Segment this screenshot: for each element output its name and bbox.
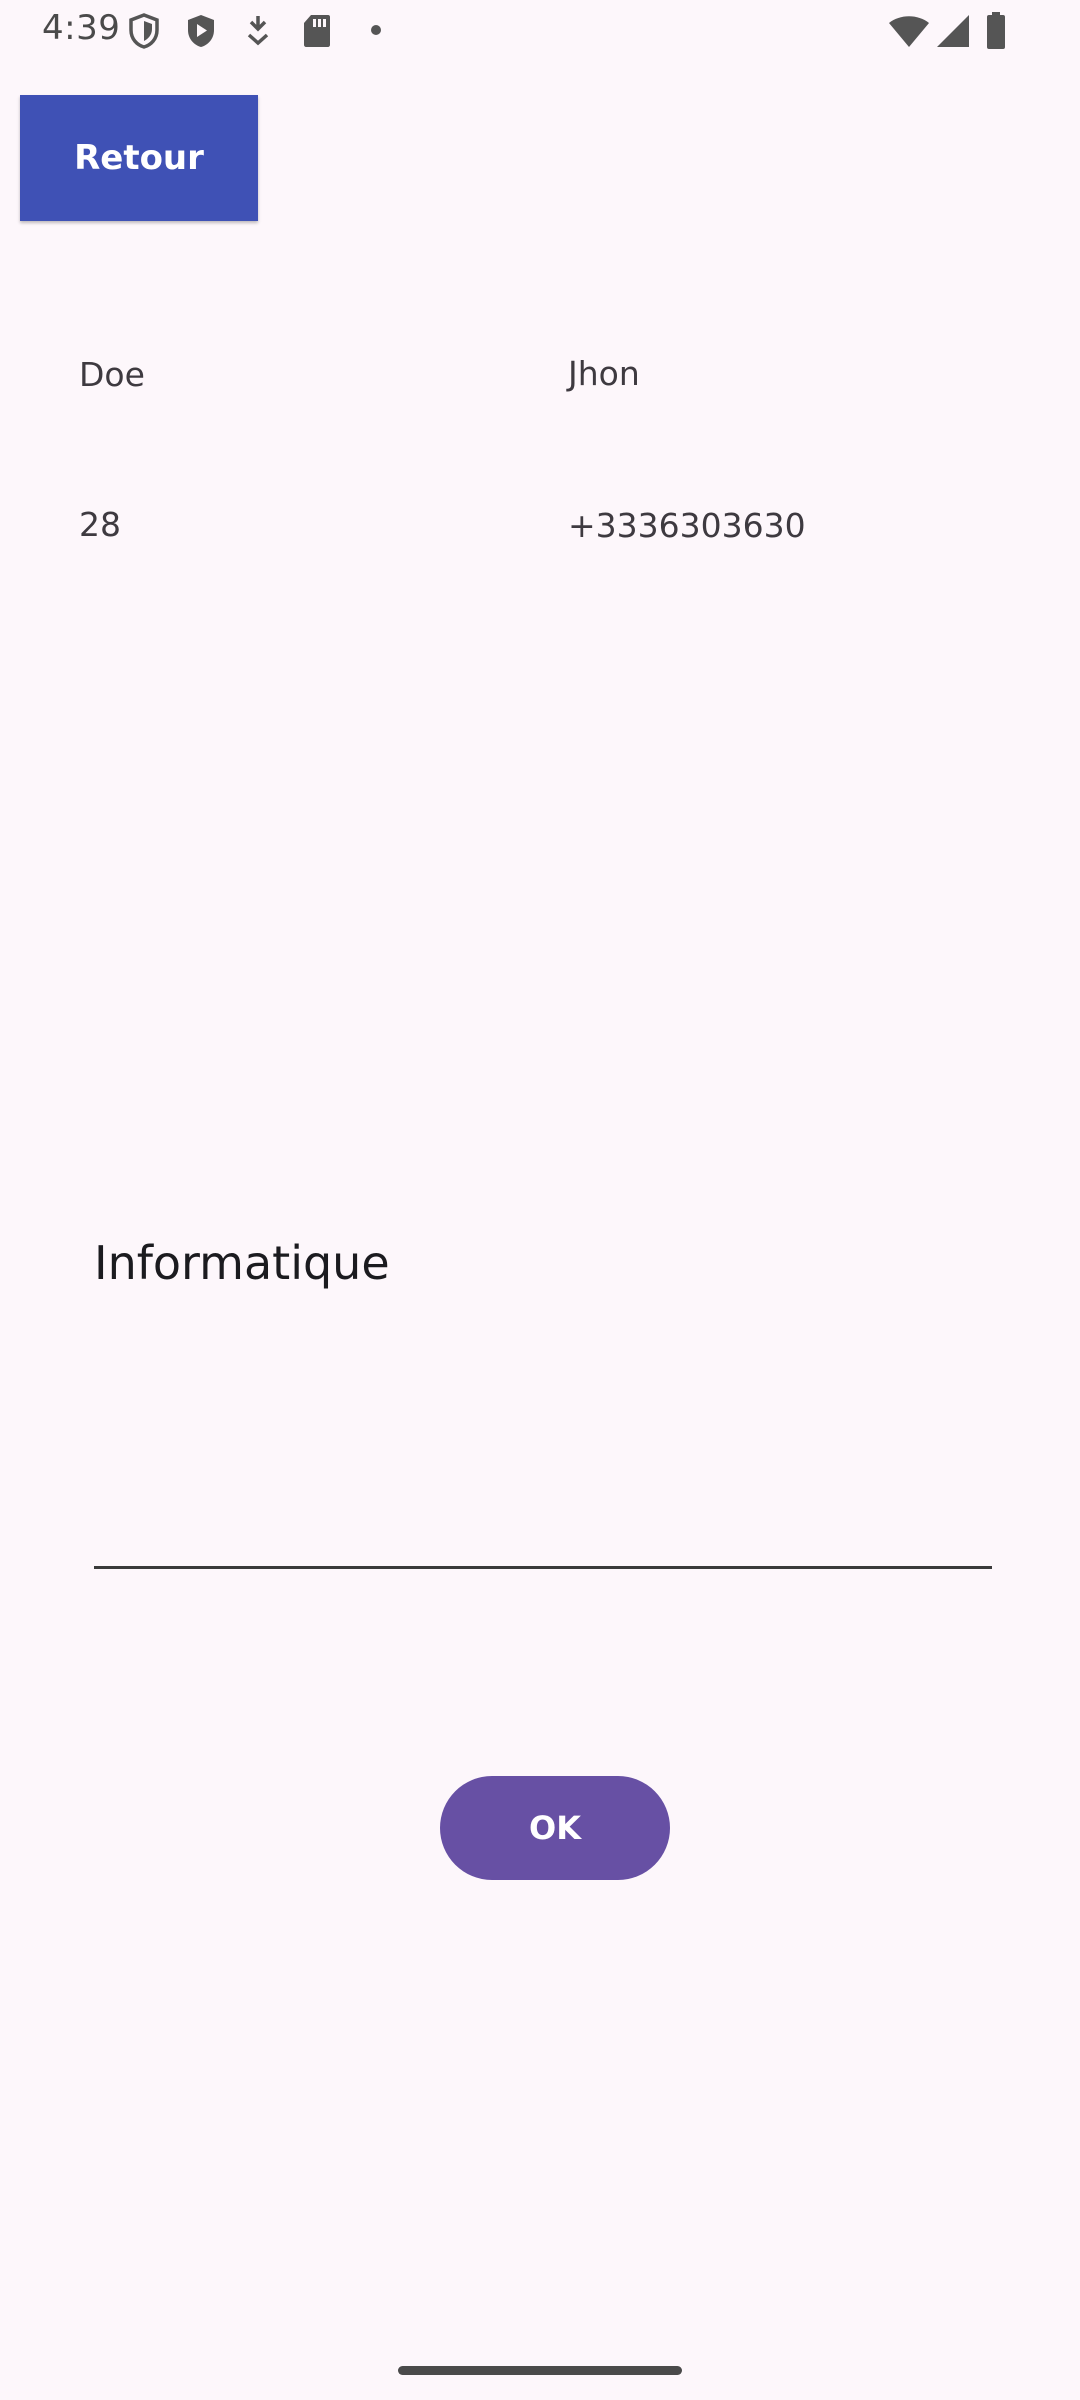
dot-icon xyxy=(370,24,382,36)
app-screen: 4:39 Retour Doe Jhon 28 +3336303630 Info… xyxy=(0,0,1080,2400)
wifi-icon xyxy=(888,14,930,48)
gesture-nav-handle[interactable] xyxy=(398,2366,682,2375)
sd-card-icon xyxy=(302,13,332,49)
department-label[interactable]: Informatique xyxy=(94,1236,390,1290)
signal-icon xyxy=(936,14,970,48)
status-bar: 4:39 xyxy=(0,0,1080,62)
ok-button[interactable]: OK xyxy=(440,1776,670,1880)
back-button[interactable]: Retour xyxy=(20,95,258,221)
first-name-text: Jhon xyxy=(568,354,640,393)
department-underline xyxy=(94,1566,992,1569)
battery-icon xyxy=(986,12,1006,50)
shield-outline-icon xyxy=(128,13,160,49)
download-icon xyxy=(245,13,271,49)
phone-text: +3336303630 xyxy=(568,506,806,545)
age-text: 28 xyxy=(79,505,121,544)
status-time: 4:39 xyxy=(42,8,121,48)
play-shield-icon xyxy=(185,13,217,49)
last-name-text: Doe xyxy=(79,355,145,394)
